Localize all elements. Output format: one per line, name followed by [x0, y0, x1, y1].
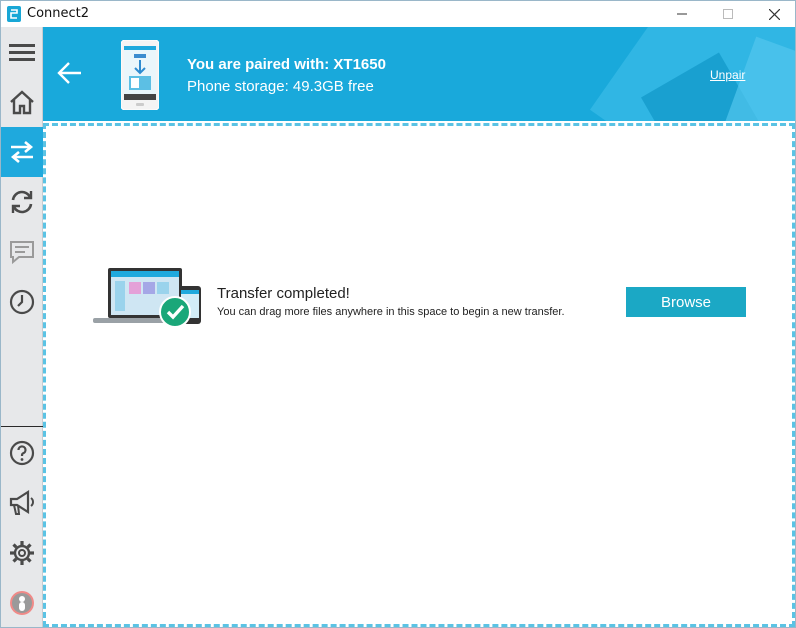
app-window: Connect2 You are paired with: XT1650 Pho…	[0, 0, 796, 628]
sync-icon	[11, 190, 33, 214]
unpair-link[interactable]: Unpair	[710, 68, 745, 82]
transfer-icon	[10, 141, 34, 163]
sidebar-divider	[1, 426, 43, 427]
title-bar: Connect2	[1, 1, 795, 27]
gear-icon	[10, 541, 34, 565]
file-drop-area[interactable]: Transfer completed! You can drag more fi…	[43, 123, 795, 627]
browse-button[interactable]: Browse	[626, 287, 746, 317]
message-icon	[10, 241, 34, 265]
transfer-status-title: Transfer completed!	[217, 285, 350, 302]
help-icon	[9, 440, 35, 466]
sidebar-item-help[interactable]	[1, 428, 43, 478]
back-arrow-icon	[57, 62, 81, 84]
transfer-status-subtitle: You can drag more files anywhere in this…	[217, 306, 565, 318]
maximize-button[interactable]	[705, 1, 751, 27]
transfer-complete-illustration	[93, 268, 203, 335]
sidebar-item-transfer[interactable]	[1, 127, 43, 177]
sidebar-item-account[interactable]	[1, 578, 43, 628]
sidebar-item-messages[interactable]	[1, 227, 43, 277]
sidebar-item-announcements[interactable]	[1, 478, 43, 528]
phone-image	[120, 39, 160, 115]
megaphone-icon	[9, 490, 34, 515]
app-logo-icon	[7, 6, 21, 22]
back-button[interactable]	[57, 60, 83, 91]
phone-storage-label: Phone storage: 49.3GB free	[187, 78, 374, 95]
menu-button[interactable]	[1, 27, 43, 77]
window-title: Connect2	[27, 6, 90, 21]
minimize-button[interactable]	[659, 1, 705, 27]
sidebar-item-sync[interactable]	[1, 177, 43, 227]
home-icon	[10, 90, 34, 115]
clock-icon	[9, 289, 35, 315]
sidebar	[1, 27, 43, 627]
close-button[interactable]	[751, 1, 796, 27]
paired-header: You are paired with: XT1650 Phone storag…	[43, 27, 795, 121]
paired-device-label: You are paired with: XT1650	[187, 56, 386, 73]
menu-icon	[9, 44, 35, 61]
sidebar-item-home[interactable]	[1, 77, 43, 127]
sidebar-item-settings[interactable]	[1, 528, 43, 578]
user-icon	[10, 591, 34, 615]
sidebar-item-history[interactable]	[1, 277, 43, 327]
